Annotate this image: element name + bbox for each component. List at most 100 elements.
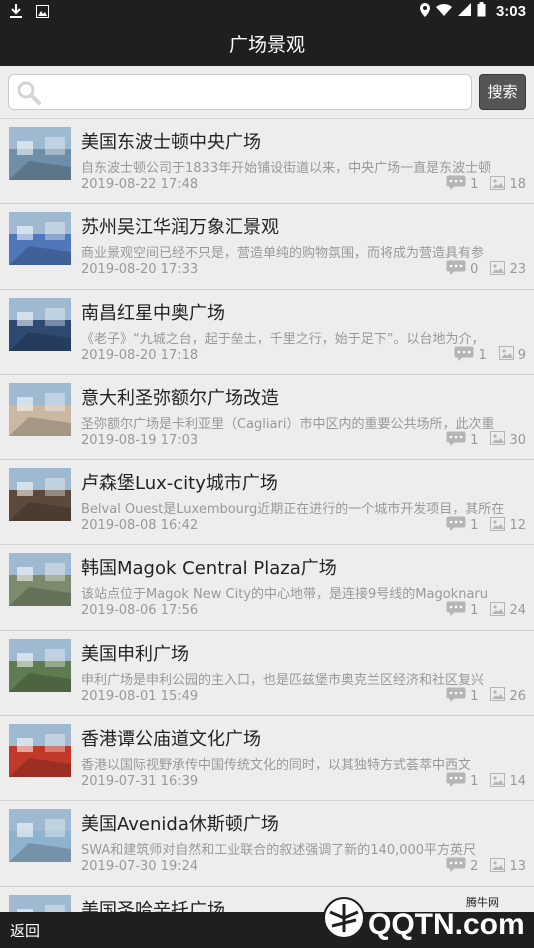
image-count: 24: [509, 603, 526, 619]
search-icon: [17, 81, 41, 109]
download-icon: [10, 3, 22, 22]
article-date: 2019-08-19 17:03: [81, 432, 199, 448]
article-title[interactable]: 苏州吴江华润万象汇景观: [81, 213, 279, 239]
list-item[interactable]: 韩国Magok Central Plaza广场 该站点位于Magok New C…: [0, 545, 534, 631]
clock: 3:03: [495, 3, 526, 20]
image-count: 14: [509, 774, 526, 790]
article-stats: 1 26: [446, 687, 526, 706]
article-summary: 自东波士顿公司于1833年开始铺设街道以来，中央广场一直是东波士顿: [81, 161, 492, 176]
article-thumbnail: [9, 297, 71, 351]
list-item[interactable]: 美国申利广场 申利广场是申利公园的主入口，也是匹兹堡市奥克兰区经济和社区复兴 2…: [0, 630, 534, 717]
article-date: 2019-07-30 19:24: [81, 859, 199, 875]
back-button[interactable]: 返回: [10, 920, 40, 941]
bottom-bar: 返回 QQTN.com 腾牛网: [0, 895, 534, 948]
article-title[interactable]: 美国申利广场: [81, 640, 189, 666]
image-count: 18: [509, 177, 526, 192]
article-thumbnail: [9, 127, 71, 180]
article-title[interactable]: 意大利圣弥额尔广场改造: [81, 384, 279, 410]
article-thumbnail: [9, 894, 71, 912]
article-date: 2019-08-22 17:48: [81, 177, 199, 192]
article-thumbnail: [9, 638, 71, 692]
comment-count: 0: [470, 262, 479, 278]
article-summary: 香港以国际视野承传中国传统文化的同时，以其独特方式荟萃中西文: [81, 758, 472, 774]
image-count: 12: [509, 518, 526, 534]
image-count: 30: [509, 432, 526, 448]
search-button[interactable]: 搜索: [479, 74, 526, 110]
article-date: 2019-08-01 15:49: [81, 688, 199, 704]
article-summary: SWA和建筑师对自然和工业联合的叙述强调了新的140,000平方英尺: [81, 843, 477, 859]
comment-icon: [446, 260, 466, 279]
watermark-logo: QQTN.com 腾牛网: [316, 890, 526, 942]
comment-icon: [446, 516, 466, 535]
list-item[interactable]: 香港谭公庙道文化广场 香港以国际视野承传中国传统文化的同时，以其独特方式荟萃中西…: [0, 716, 534, 802]
comment-icon: [446, 687, 466, 706]
article-date: 2019-08-08 16:42: [81, 518, 199, 534]
article-stats: 1 14: [446, 772, 526, 791]
page-title: 广场景观: [0, 24, 534, 66]
comment-count: 2: [470, 859, 479, 875]
article-date: 2019-07-31 16:39: [81, 774, 199, 790]
article-stats: 2 13: [446, 857, 526, 876]
article-stats: 1 24: [446, 601, 526, 620]
article-thumbnail: [9, 809, 71, 863]
comment-count: 1: [470, 774, 479, 790]
list-item[interactable]: 苏州吴江华润万象汇景观 商业景观空间已经不只是，营造单纯的购物氛围，而将成为营造…: [0, 204, 534, 290]
article-title[interactable]: 南昌红星中奥广场: [81, 299, 225, 325]
comment-count: 1: [470, 688, 479, 704]
image-icon: [490, 601, 506, 620]
article-summary: 圣弥额尔广场是卡利亚里（Cagliari）市中区内的重要公共场所，此次重: [81, 416, 495, 432]
article-title[interactable]: 香港谭公庙道文化广场: [81, 725, 261, 751]
comment-icon: [446, 175, 466, 194]
list-item[interactable]: 美国东波士顿中央广场 自东波士顿公司于1833年开始铺设街道以来，中央广场一直是…: [0, 119, 534, 205]
article-date: 2019-08-06 17:56: [81, 603, 199, 619]
comment-icon: [454, 346, 474, 365]
comment-icon: [446, 601, 466, 620]
image-icon: [490, 431, 506, 449]
article-summary: 该站点位于Magok New City的中心地带，是连接9号线的Magoknar…: [81, 587, 488, 603]
image-icon: [490, 516, 506, 535]
article-title[interactable]: 美国圣哈辛托广场: [81, 896, 225, 912]
list-item[interactable]: 卢森堡Lux-city城市广场 Belval Ouest是Luxembourg近…: [0, 460, 534, 546]
list-item[interactable]: 南昌红星中奥广场 《老子》“九城之台，起于垒土，千里之行，始于足下”。以台地为介…: [0, 289, 534, 375]
article-list: 美国东波士顿中央广场 自东波士顿公司于1833年开始铺设街道以来，中央广场一直是…: [0, 118, 534, 912]
image-count: 26: [509, 688, 526, 704]
image-icon: [490, 857, 506, 876]
article-stats: 1 30: [446, 431, 526, 450]
article-title[interactable]: 美国Avenida休斯顿广场: [81, 810, 279, 836]
image-icon: [490, 687, 506, 705]
article-stats: 0 23: [446, 260, 526, 279]
article-date: 2019-08-20 17:33: [81, 262, 199, 278]
image-notification-icon: [36, 3, 49, 22]
image-icon: [490, 260, 506, 279]
status-bar: 3:03: [0, 0, 534, 24]
list-item[interactable]: 美国Avenida休斯顿广场 SWA和建筑师对自然和工业联合的叙述强调了新的14…: [0, 801, 534, 887]
image-count: 23: [509, 262, 526, 278]
comment-icon: [446, 857, 466, 876]
article-date: 2019-08-20 17:18: [81, 347, 199, 363]
image-icon: [490, 772, 506, 791]
article-title[interactable]: 韩国Magok Central Plaza广场: [81, 554, 337, 580]
image-count: 9: [517, 347, 526, 363]
comment-count: 1: [478, 347, 487, 363]
location-icon: [419, 2, 430, 21]
article-summary: 《老子》“九城之台，起于垒土，千里之行，始于足下”。以台地为介，: [81, 331, 485, 347]
article-summary: Belval Ouest是Luxembourg近期正在进行的一个城市开发项目，其…: [81, 502, 505, 518]
search-box[interactable]: [8, 74, 472, 110]
search-bar: 搜索: [0, 66, 534, 118]
image-count: 13: [509, 859, 526, 875]
article-stats: 1 12: [446, 516, 526, 535]
comment-count: 1: [470, 432, 479, 448]
article-stats: 1 9: [454, 346, 526, 365]
search-input[interactable]: [49, 75, 465, 109]
list-item[interactable]: 意大利圣弥额尔广场改造 圣弥额尔广场是卡利亚里（Cagliari）市中区内的重要…: [0, 374, 534, 461]
comment-count: 1: [470, 177, 479, 192]
wifi-icon: [435, 3, 452, 20]
article-thumbnail: [9, 553, 71, 607]
article-title[interactable]: 美国东波士顿中央广场: [81, 128, 261, 154]
battery-icon: [477, 2, 486, 21]
watermark-text: QQTN.com: [368, 908, 525, 941]
article-thumbnail: [9, 212, 71, 266]
comment-icon: [446, 772, 466, 791]
comment-count: 1: [470, 603, 479, 619]
article-title[interactable]: 卢森堡Lux-city城市广场: [81, 469, 278, 495]
